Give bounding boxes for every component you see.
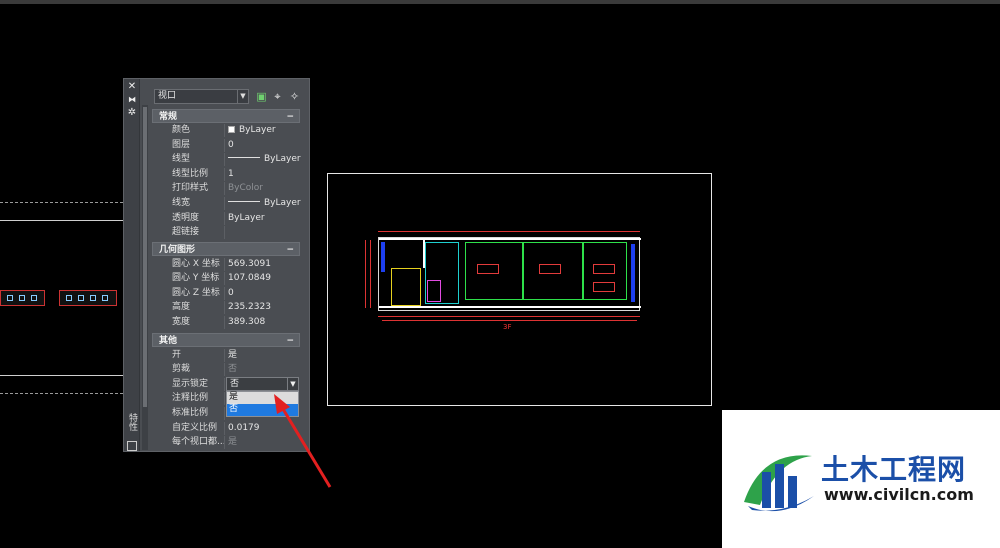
logo-brand-text: 土木工程网 [821, 453, 967, 486]
logo-icon [744, 455, 814, 512]
logo-url-text: www.civilcn.com [824, 485, 974, 504]
watermark-logo: 土木工程网 www.civilcn.com [722, 410, 1000, 548]
